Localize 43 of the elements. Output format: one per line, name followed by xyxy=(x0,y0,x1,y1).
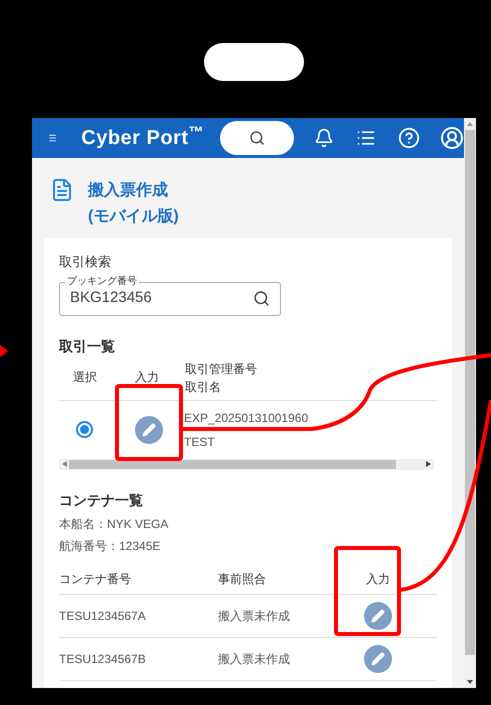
field-label: ブッキング番号 xyxy=(65,274,139,288)
search-icon[interactable] xyxy=(253,290,270,307)
brand-logo: Cyber Port$^{™}$ xyxy=(81,123,204,151)
field-value: BKG123456 xyxy=(70,288,153,308)
scroll-down-icon[interactable] xyxy=(467,679,473,685)
pencil-icon xyxy=(142,422,156,436)
search-icon xyxy=(249,130,265,146)
scroll-right-icon[interactable] xyxy=(426,461,432,467)
table-cell-text: 搬入票未作成 xyxy=(218,608,291,624)
column-header: 取引管理番号 取引名 xyxy=(185,360,257,396)
column-header: 入力 xyxy=(135,368,160,386)
document-icon xyxy=(50,178,74,202)
arrow-head xyxy=(0,345,8,357)
scroll-left-icon[interactable] xyxy=(61,461,67,467)
column-header: 入力 xyxy=(365,571,391,588)
edit-button[interactable] xyxy=(364,602,392,630)
horizontal-scrollbar[interactable] xyxy=(59,458,434,470)
info-text: 本船名：NYK VEGA xyxy=(59,516,170,532)
table-cell-text: TESU1234567A xyxy=(59,608,147,624)
section-heading: 取引一覧 xyxy=(59,336,116,356)
scrollbar-thumb[interactable] xyxy=(465,130,475,655)
vertical-scrollbar[interactable] xyxy=(464,118,476,688)
edit-button[interactable] xyxy=(364,644,392,672)
scroll-up-icon[interactable] xyxy=(467,121,473,127)
column-header: 事前照合 xyxy=(218,571,267,588)
table-cell-text: EXP_20250131001960 TEST xyxy=(184,410,308,450)
account-icon[interactable] xyxy=(440,126,464,150)
column-header: コンテナ番号 xyxy=(59,571,132,588)
help-icon[interactable] xyxy=(398,127,420,149)
table-cell-text: TESU1234567B xyxy=(59,650,147,668)
scrollbar-thumb[interactable] xyxy=(69,460,396,468)
pencil-icon xyxy=(371,652,385,666)
bell-icon[interactable] xyxy=(314,128,334,148)
radio-button[interactable] xyxy=(76,421,93,438)
table-cell-text: 搬入票未作成 xyxy=(218,650,291,668)
section-heading: コンテナ一覧 xyxy=(59,490,144,510)
page-title: 搬入票作成 (モバイル版) xyxy=(88,180,179,227)
search-button[interactable] xyxy=(220,121,294,155)
info-text: 航海番号：12345E xyxy=(59,538,162,554)
column-header: 選択 xyxy=(72,368,98,386)
section-heading: 取引検索 xyxy=(59,253,112,271)
pencil-icon xyxy=(371,608,385,622)
edit-button[interactable] xyxy=(135,416,163,444)
